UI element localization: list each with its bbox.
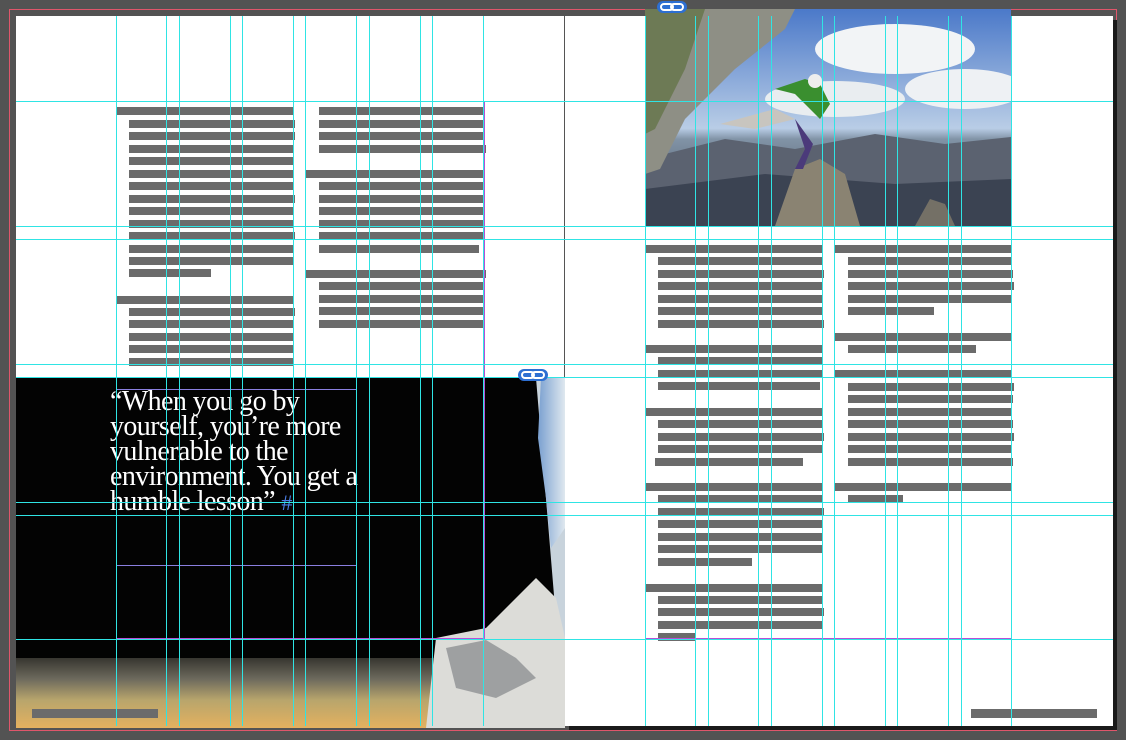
layout-guide[interactable]	[16, 502, 1113, 503]
layout-guide[interactable]	[834, 16, 835, 726]
layout-guide[interactable]	[897, 16, 898, 726]
layout-guide[interactable]	[369, 16, 370, 726]
layout-guide[interactable]	[16, 239, 1113, 240]
layout-guide[interactable]	[822, 16, 823, 726]
right-page-margins	[645, 101, 1012, 639]
greeked-text-line	[32, 709, 158, 718]
layout-guide[interactable]	[179, 16, 180, 726]
layout-guide[interactable]	[885, 16, 886, 726]
layout-guide[interactable]	[432, 16, 433, 726]
layout-guide[interactable]	[420, 16, 421, 726]
layout-guide[interactable]	[242, 16, 243, 726]
layout-guide[interactable]	[948, 16, 949, 726]
layout-guide[interactable]	[116, 16, 117, 726]
layout-guide[interactable]	[695, 16, 696, 726]
layout-guide[interactable]	[293, 16, 294, 726]
layout-guide[interactable]	[16, 377, 1113, 378]
greeked-text-line	[971, 709, 1097, 718]
layout-guide[interactable]	[305, 16, 306, 726]
layout-guide[interactable]	[16, 639, 1113, 640]
layout-guide[interactable]	[645, 16, 646, 726]
layout-guide[interactable]	[230, 16, 231, 726]
layout-guide[interactable]	[16, 101, 1113, 102]
layout-guide[interactable]	[16, 515, 1113, 516]
layout-guide[interactable]	[771, 16, 772, 726]
layout-guide[interactable]	[16, 364, 1113, 365]
layout-guide[interactable]	[16, 226, 1113, 227]
link-icon[interactable]	[517, 368, 549, 382]
left-page-margins	[116, 101, 485, 639]
layout-guide[interactable]	[356, 16, 357, 726]
layout-guide[interactable]	[961, 16, 962, 726]
layout-guide[interactable]	[708, 16, 709, 726]
layout-guide[interactable]	[166, 16, 167, 726]
layout-guide[interactable]	[758, 16, 759, 726]
layout-guide[interactable]	[483, 16, 484, 726]
link-icon[interactable]	[656, 0, 688, 14]
layout-guide[interactable]	[1011, 16, 1012, 726]
